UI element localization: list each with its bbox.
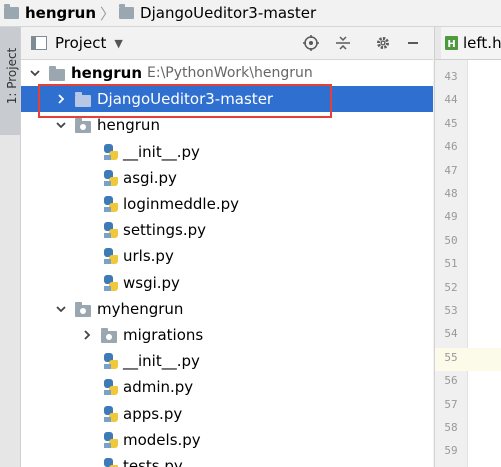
breadcrumb: hengrun 〉 DjangoUeditor3-master: [0, 0, 501, 27]
python-file-icon: [104, 144, 118, 160]
python-file-icon: [104, 248, 118, 264]
line-number: 46: [444, 140, 458, 154]
minimize-icon[interactable]: [403, 33, 423, 53]
collapse-all-icon[interactable]: [333, 33, 353, 53]
project-tool-tab-label: 1: Project: [5, 47, 19, 105]
tree-node-label: loginmeddle.py: [123, 195, 239, 213]
project-view-selector[interactable]: Project: [55, 34, 106, 52]
python-file-icon: [104, 275, 118, 291]
tree-node-5[interactable]: loginmeddle.py: [21, 191, 433, 217]
chevron-down-icon[interactable]: [29, 67, 41, 79]
package-folder-icon: [75, 302, 91, 317]
line-number: 51: [444, 257, 458, 271]
tree-node-7[interactable]: urls.py: [21, 243, 433, 269]
package-folder-icon: [75, 118, 91, 133]
breadcrumb-project[interactable]: hengrun: [0, 4, 96, 22]
tree-node-12[interactable]: admin.py: [21, 374, 433, 400]
html-file-icon: H: [445, 36, 458, 50]
line-number: 58: [444, 421, 458, 434]
line-number: 57: [444, 397, 458, 411]
project-tree: hengrun E:\PythonWork\hengrun DjangoUedito…: [21, 60, 433, 467]
tree-node-13[interactable]: apps.py: [21, 401, 433, 427]
tree-node-3[interactable]: __init__.py: [21, 139, 433, 165]
breadcrumb-project-label: hengrun: [25, 4, 97, 22]
line-number: 45: [444, 116, 458, 130]
line-number: 50: [444, 233, 458, 247]
project-panel-header: Project ▼: [21, 27, 433, 60]
tree-node-label: tests.py: [123, 457, 183, 467]
tree-node-15[interactable]: tests.py: [21, 453, 433, 467]
tree-node-label: wsgi.py: [123, 274, 180, 292]
chevron-down-icon[interactable]: [55, 119, 67, 131]
tree-node-4[interactable]: asgi.py: [21, 165, 433, 191]
line-number: 55: [444, 350, 458, 364]
tree-node-14[interactable]: models.py: [21, 427, 433, 453]
tree-node-label: myhengrun: [97, 300, 184, 318]
tree-node-label: hengrun: [97, 116, 160, 134]
tree-node-0[interactable]: hengrun E:\PythonWork\hengrun: [21, 60, 433, 86]
python-file-icon: [104, 170, 118, 186]
python-file-icon: [104, 222, 118, 238]
tree-node-path-hint: E:\PythonWork\hengrun: [147, 65, 313, 81]
breadcrumb-separator: 〉: [100, 4, 116, 23]
tree-node-label: apps.py: [123, 405, 183, 423]
tree-node-8[interactable]: wsgi.py: [21, 270, 433, 296]
tree-node-label: urls.py: [123, 247, 174, 265]
line-number: 48: [444, 187, 458, 200]
editor-tab-bar: H left.h: [434, 27, 501, 60]
breadcrumb-folder-label: DjangoUeditor3-master: [140, 4, 317, 22]
folder-icon: [4, 4, 19, 19]
folder-icon: [119, 4, 135, 19]
editor-code-area[interactable]: [467, 60, 501, 467]
tree-node-6[interactable]: settings.py: [21, 217, 433, 243]
tree-node-label: hengrun: [71, 64, 143, 82]
editor-gutter: 43 44 45 46 47 48 49 50 51 52 53 54 55 56 57 58 59: [434, 60, 501, 467]
package-folder-icon: [101, 328, 117, 343]
python-file-icon: [104, 196, 118, 212]
chevron-right-icon[interactable]: [81, 329, 93, 341]
python-file-icon: [104, 406, 118, 422]
project-view-icon: [31, 36, 47, 50]
folder-icon: [49, 66, 65, 81]
highlight-annotation-box: [38, 84, 332, 118]
chevron-down-icon[interactable]: ▼: [114, 37, 122, 50]
line-number: 44: [444, 93, 458, 107]
line-number: 53: [444, 304, 458, 317]
line-number: 49: [444, 210, 458, 224]
line-number: 59: [444, 444, 458, 458]
project-tool-tab[interactable]: 1: Project: [0, 27, 20, 135]
editor-tab-label: left.h: [463, 34, 501, 52]
line-number: 47: [444, 163, 458, 177]
line-number: 54: [444, 327, 458, 341]
tree-node-label: migrations: [123, 326, 204, 344]
tool-window-strip: 1: Project: [0, 27, 21, 467]
tree-node-11[interactable]: __init__.py: [21, 348, 433, 374]
line-number: 52: [444, 280, 458, 294]
breadcrumb-folder[interactable]: DjangoUeditor3-master: [119, 4, 316, 22]
tree-node-label: admin.py: [123, 378, 194, 396]
tree-node-label: __init__.py: [123, 143, 200, 161]
line-number: 43: [444, 70, 458, 83]
tree-node-label: models.py: [123, 431, 201, 449]
python-file-icon: [104, 432, 118, 448]
tree-node-label: __init__.py: [123, 352, 200, 370]
python-file-icon: [104, 379, 118, 395]
chevron-down-icon[interactable]: [55, 303, 67, 315]
crosshair-icon[interactable]: [301, 33, 321, 53]
line-number: 56: [444, 374, 458, 388]
editor-tab-left-html[interactable]: H left.h: [441, 27, 501, 59]
python-file-icon: [104, 353, 118, 369]
gear-icon[interactable]: [373, 33, 393, 53]
tree-node-label: asgi.py: [123, 169, 177, 187]
tree-node-label: settings.py: [123, 221, 206, 239]
tree-node-9[interactable]: myhengrun: [21, 296, 433, 322]
tree-node-10[interactable]: migrations: [21, 322, 433, 348]
python-file-icon: [104, 458, 118, 467]
